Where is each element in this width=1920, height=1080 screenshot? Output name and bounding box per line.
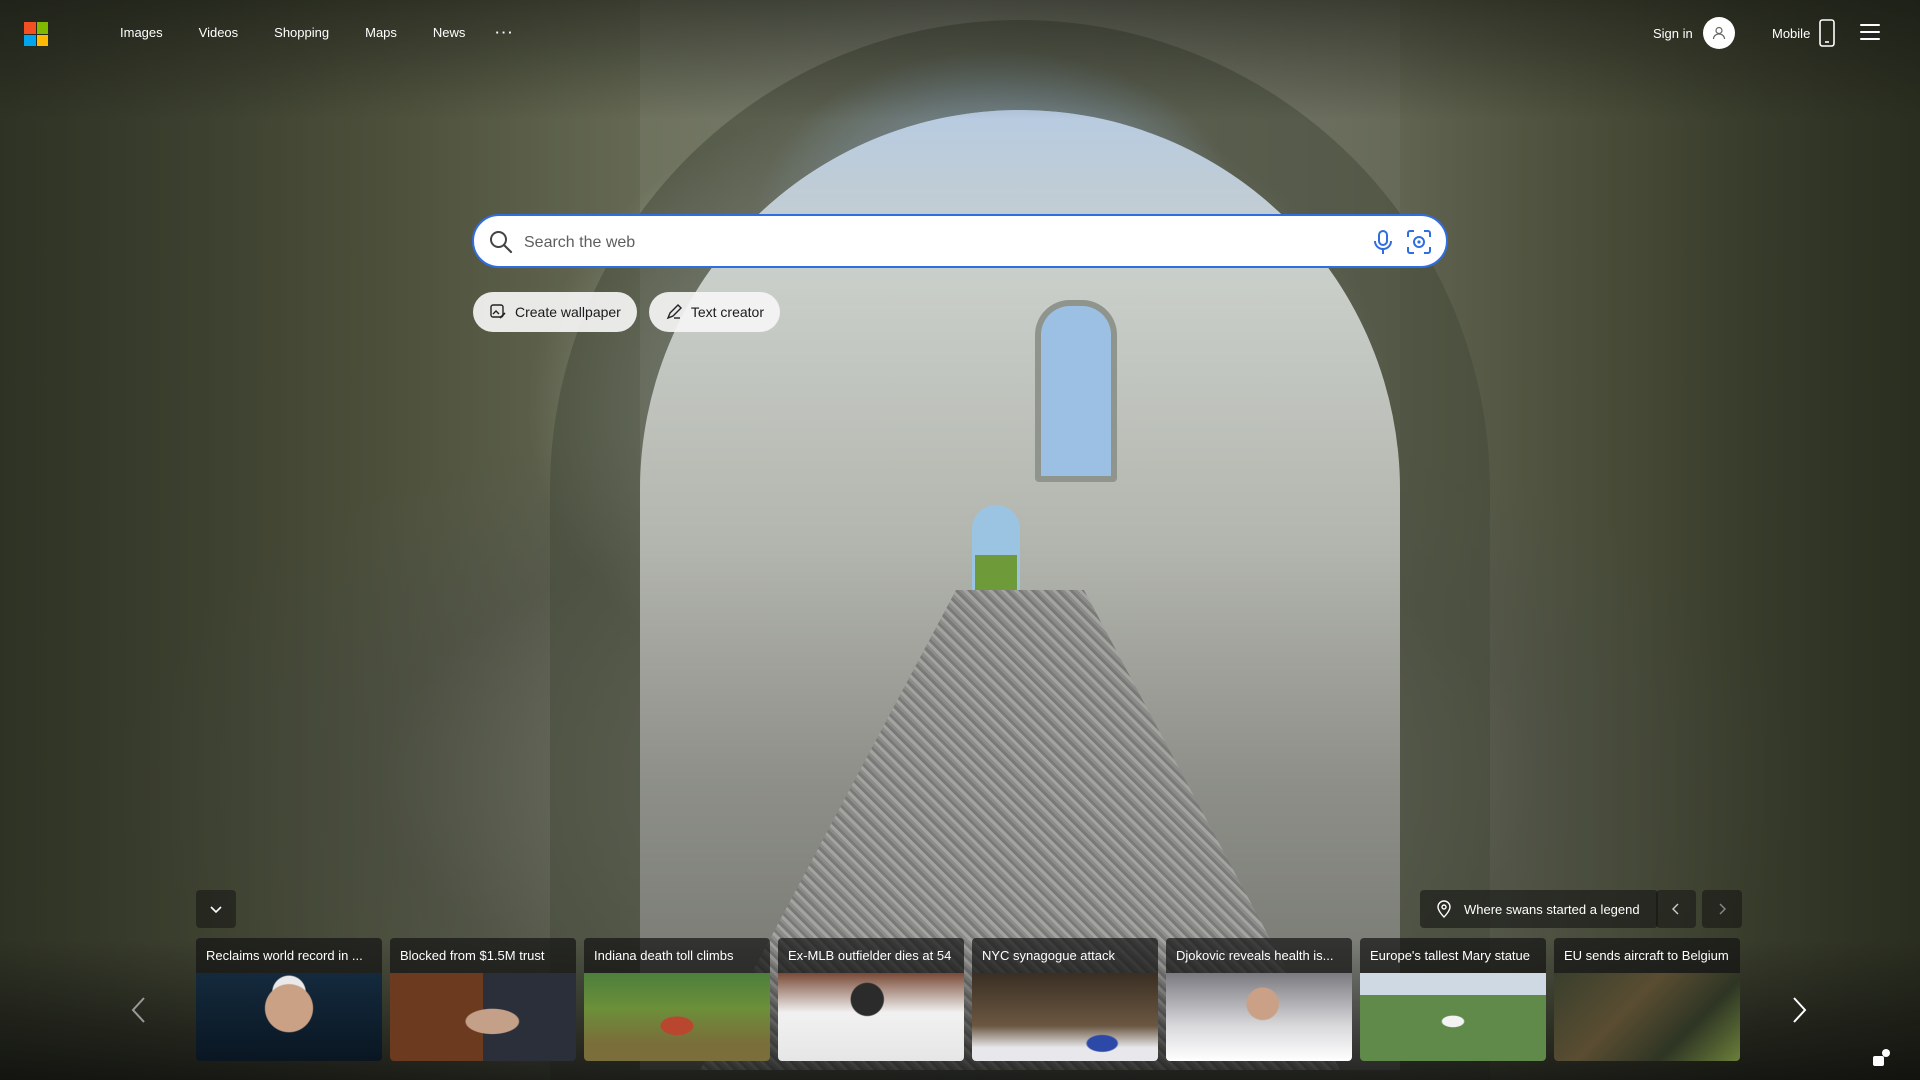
- news-card-image: [778, 973, 964, 1061]
- nav-images[interactable]: Images: [120, 24, 163, 42]
- nav-shopping[interactable]: Shopping: [274, 24, 329, 42]
- news-card-title: Blocked from $1.5M trust: [400, 948, 545, 963]
- phone-icon: [1819, 19, 1836, 47]
- create-wallpaper-label: Create wallpaper: [515, 304, 621, 320]
- news-card-image: [390, 973, 576, 1061]
- news-card[interactable]: EU sends aircraft to Belgium: [1554, 938, 1740, 1061]
- news-card-title: Reclaims world record in ...: [206, 948, 363, 963]
- chevron-right-icon: [1793, 997, 1807, 1023]
- news-carousel: Reclaims world record in ... Blocked fro…: [196, 938, 1740, 1061]
- news-card[interactable]: Blocked from $1.5M trust: [390, 938, 576, 1061]
- search-icon[interactable]: [488, 229, 514, 255]
- chevron-left-icon: [131, 997, 145, 1023]
- news-card[interactable]: Reclaims world record in ...: [196, 938, 382, 1061]
- chevron-left-icon: [1672, 903, 1679, 915]
- sign-in-label: Sign in: [1653, 25, 1693, 41]
- nav-news[interactable]: News: [433, 24, 466, 42]
- news-card[interactable]: Ex-MLB outfielder dies at 54: [778, 938, 964, 1061]
- news-card-image: [1360, 973, 1546, 1061]
- carousel-next-button[interactable]: [1784, 990, 1814, 1030]
- search-box: [472, 214, 1448, 268]
- news-card[interactable]: Europe's tallest Mary statue: [1360, 938, 1546, 1061]
- next-image-button[interactable]: [1702, 890, 1742, 928]
- logo-square-blue: [24, 34, 36, 46]
- menu-icon[interactable]: [1860, 24, 1880, 42]
- news-card[interactable]: Indiana death toll climbs: [584, 938, 770, 1061]
- avatar-icon: [1702, 17, 1735, 49]
- carousel-prev-button[interactable]: [124, 990, 154, 1030]
- previous-image-button[interactable]: [1656, 890, 1696, 928]
- news-card-image: [972, 973, 1158, 1061]
- mobile-button[interactable]: Mobile: [1772, 19, 1836, 47]
- feedback-icon[interactable]: [1872, 1048, 1892, 1068]
- action-chips: Create wallpaper Text creator: [473, 292, 780, 332]
- news-card-title: Djokovic reveals health is...: [1176, 948, 1334, 963]
- create-wallpaper-button[interactable]: Create wallpaper: [473, 292, 637, 332]
- logo-square-green: [36, 22, 48, 34]
- top-nav: Images Videos Shopping Maps News ···: [120, 24, 550, 42]
- news-card-title: Indiana death toll climbs: [594, 948, 734, 963]
- image-edit-icon: [490, 304, 506, 319]
- logo-square-yellow: [36, 34, 48, 46]
- logo-square-red: [24, 22, 36, 34]
- news-card-image: [196, 973, 382, 1061]
- location-pin-icon: [1437, 900, 1451, 918]
- header: Images Videos Shopping Maps News ··· Sig…: [0, 0, 1920, 66]
- sign-in-button[interactable]: Sign in: [1653, 17, 1735, 49]
- news-card[interactable]: Djokovic reveals health is...: [1166, 938, 1352, 1061]
- mobile-label: Mobile: [1772, 25, 1811, 41]
- news-card-title: Ex-MLB outfielder dies at 54: [788, 948, 952, 963]
- news-card-title: EU sends aircraft to Belgium: [1564, 948, 1729, 963]
- nav-videos[interactable]: Videos: [199, 24, 239, 42]
- news-card-title: NYC synagogue attack: [982, 948, 1115, 963]
- visual-search-icon[interactable]: [1405, 228, 1433, 256]
- news-card[interactable]: NYC synagogue attack: [972, 938, 1158, 1061]
- news-card-image: [584, 973, 770, 1061]
- pen-icon: [666, 304, 682, 320]
- chevron-down-icon: [210, 906, 222, 914]
- text-creator-button[interactable]: Text creator: [648, 292, 780, 332]
- microsoft-logo[interactable]: [24, 22, 48, 46]
- image-info-button[interactable]: Where swans started a legend: [1420, 890, 1658, 928]
- collapse-feed-button[interactable]: [196, 890, 236, 928]
- search-input[interactable]: [522, 228, 1356, 258]
- nav-maps[interactable]: Maps: [365, 24, 397, 42]
- microphone-icon[interactable]: [1370, 228, 1396, 256]
- news-card-image: [1166, 973, 1352, 1061]
- nav-more[interactable]: ···: [495, 24, 514, 42]
- news-card-image: [1554, 973, 1740, 1061]
- chevron-right-icon: [1719, 903, 1726, 915]
- news-card-title: Europe's tallest Mary statue: [1370, 948, 1530, 963]
- text-creator-label: Text creator: [690, 304, 764, 320]
- location-label: Where swans started a legend: [1464, 901, 1640, 917]
